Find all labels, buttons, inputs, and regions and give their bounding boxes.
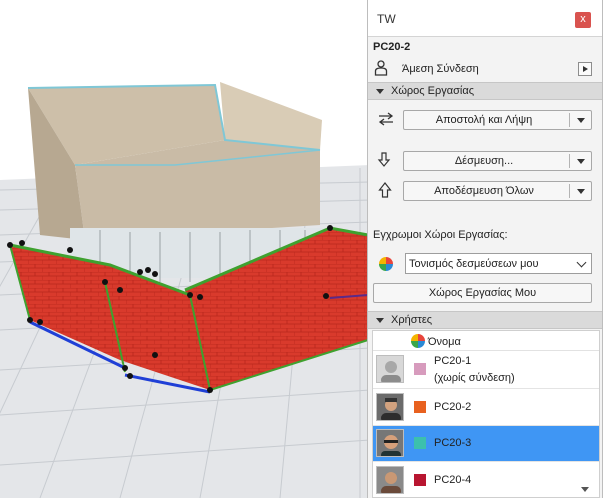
user-row[interactable]: PC20-4: [373, 462, 599, 497]
collapse-triangle-icon[interactable]: [376, 318, 384, 323]
user-color-swatch: [414, 363, 426, 375]
users-list[interactable]: Όνομα PC20-1 (χωρίς σύνδεση) PC20-2 PC20…: [372, 330, 600, 498]
release-all-button[interactable]: Αποδέσμευση Όλων: [403, 181, 592, 201]
users-list-header: Όνομα: [373, 331, 599, 351]
send-receive-icon: [378, 112, 394, 126]
send-receive-button[interactable]: Αποστολή και Λήψη: [403, 110, 592, 130]
users-section-label: Χρήστες: [391, 314, 433, 326]
color-wheel-icon: [379, 257, 393, 271]
panel-titlebar[interactable]: TW x: [368, 0, 602, 37]
workspace-section-header[interactable]: Χώρος Εργασίας: [368, 82, 602, 100]
workspace-section-label: Χώρος Εργασίας: [391, 85, 475, 97]
reserve-label: Δέσμευση...: [454, 155, 514, 167]
avatar: [376, 355, 404, 383]
chevron-down-icon[interactable]: [576, 257, 587, 268]
color-wheel-icon: [411, 334, 425, 348]
avatar: [376, 429, 404, 457]
teamwork-panel: TW x PC20-2 Άμεση Σύνδεση Χώρος Εργασίας…: [367, 0, 603, 498]
user-color-swatch: [414, 474, 426, 486]
3d-model-view[interactable]: [0, 0, 370, 498]
avatar: [376, 393, 404, 421]
highlight-select-value: Τονισμός δεσμεύσεων μου: [409, 258, 539, 270]
scroll-down-icon[interactable]: [581, 487, 589, 492]
play-icon[interactable]: [578, 62, 592, 76]
name-column-header[interactable]: Όνομα: [428, 336, 461, 348]
user-row[interactable]: PC20-2: [373, 389, 599, 426]
connection-label: Άμεση Σύνδεση: [402, 63, 479, 75]
release-all-label: Αποδέσμευση Όλων: [434, 185, 534, 197]
release-all-dropdown-icon[interactable]: [577, 189, 585, 194]
reserve-dropdown-icon[interactable]: [577, 159, 585, 164]
user-name: PC20-2: [434, 401, 472, 413]
colored-workspaces-label: Εγχρωμοι Χώροι Εργασίας:: [373, 229, 508, 241]
reserve-icon: [377, 152, 391, 167]
user-row-selected[interactable]: PC20-3: [373, 426, 599, 462]
project-name: PC20-2: [373, 41, 411, 53]
release-icon: [378, 182, 392, 198]
users-section-header[interactable]: Χρήστες: [368, 311, 602, 329]
send-receive-label: Αποστολή και Λήψη: [435, 114, 533, 126]
user-color-swatch: [414, 401, 426, 413]
user-name: PC20-1 (χωρίς σύνδεση): [434, 355, 515, 384]
connection-row: Άμεση Σύνδεση: [368, 58, 602, 80]
user-name: PC20-4: [434, 474, 472, 486]
user-color-swatch: [414, 437, 426, 449]
highlight-select[interactable]: Τονισμός δεσμεύσεων μου: [405, 253, 592, 274]
collapse-triangle-icon[interactable]: [376, 89, 384, 94]
panel-title: TW: [377, 12, 396, 26]
user-row[interactable]: PC20-1 (χωρίς σύνδεση): [373, 351, 599, 389]
send-receive-dropdown-icon[interactable]: [577, 118, 585, 123]
my-workspace-button[interactable]: Χώρος Εργασίας Μου: [373, 283, 592, 303]
close-icon[interactable]: x: [575, 12, 591, 28]
3d-viewport[interactable]: [0, 0, 370, 498]
user-name: PC20-3: [434, 437, 472, 449]
reserve-button[interactable]: Δέσμευση...: [403, 151, 592, 171]
person-icon: [374, 60, 388, 76]
avatar: [376, 466, 404, 494]
